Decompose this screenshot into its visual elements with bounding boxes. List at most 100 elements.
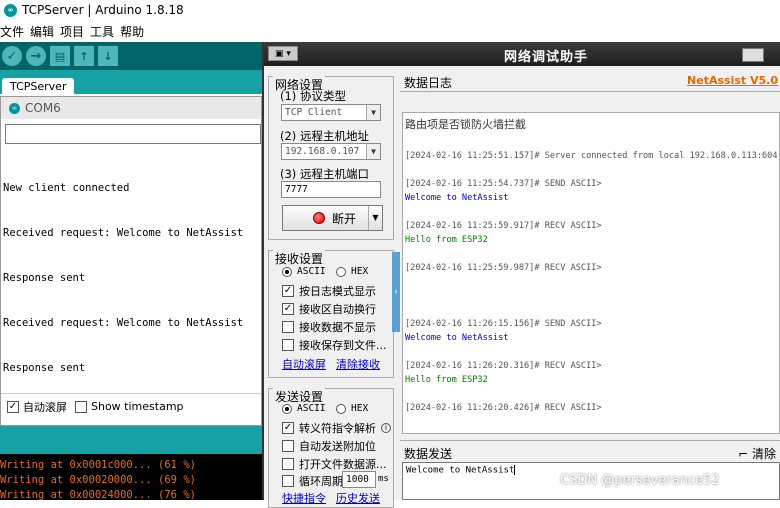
host-label: (2) 远程主机地址: [280, 129, 369, 143]
clear-label: 清除: [751, 447, 776, 461]
send-option-label: 转义符指令解析: [299, 422, 376, 435]
loop-period-input[interactable]: 1000: [342, 471, 376, 488]
host-value: 192.168.0.107: [285, 146, 360, 157]
send-option-escape[interactable]: ✓ 转义符指令解析 i: [282, 420, 391, 436]
log-line: Welcome to NetAssist: [405, 193, 509, 203]
arduino-toolbar: ✓ → ▤ ↑ ↓: [0, 42, 262, 70]
minimize-button[interactable]: [742, 48, 764, 62]
panel-splitter[interactable]: ‹: [392, 252, 400, 332]
autoscroll-checkbox[interactable]: ✓: [7, 400, 19, 413]
send-option-append[interactable]: 自动发送附加位: [282, 438, 376, 454]
console-line: Writing at 0x00020000... (69 %): [0, 474, 196, 486]
chevron-down-icon[interactable]: ▼: [368, 206, 382, 230]
system-menu-icon[interactable]: ▣ ▾: [268, 46, 298, 61]
tab-data-log[interactable]: 数据日志: [404, 74, 452, 91]
serial-monitor-footer: ✓ 自动滚屏 Show timestamp: [1, 393, 261, 419]
recv-clear-link[interactable]: 清除接收: [336, 356, 380, 372]
menu-sketch[interactable]: 项目: [60, 23, 84, 40]
send-hex-label: HEX: [351, 403, 369, 414]
recv-log-area[interactable]: 路由项是否锁防火墙拦截 [2024-02-16 11:25:51.157]# S…: [402, 112, 780, 434]
checkbox: ✓: [282, 303, 294, 315]
checkbox: [282, 339, 294, 351]
verify-icon[interactable]: ✓: [2, 46, 22, 66]
log-line: [2024-02-16 11:26:20.316]# RECV ASCII>: [405, 361, 602, 371]
open-icon[interactable]: ↑: [74, 46, 94, 66]
arduino-title-bar: ∞ TCPServer | Arduino 1.8.18: [0, 0, 780, 20]
recv-ascii-label: ASCII: [297, 266, 326, 277]
recv-hex-label: HEX: [351, 266, 369, 277]
menu-edit[interactable]: 编辑: [30, 23, 54, 40]
upload-icon[interactable]: →: [26, 46, 46, 66]
netassist-window: ▣ ▾ 网络调试助手 网络设置 (1) 协议类型 TCP Client ▼ (2…: [262, 42, 780, 508]
netassist-title: 网络调试助手: [504, 50, 589, 65]
collapse-icon: ‹: [394, 287, 398, 297]
serial-monitor-title-bar: ∞ COM6: [1, 97, 261, 119]
loop-period-value: 1000: [346, 474, 369, 485]
recv-option-wrap[interactable]: ✓ 接收区自动换行: [282, 301, 376, 317]
text-cursor: [514, 465, 516, 475]
chevron-down-icon: ▼: [366, 105, 380, 120]
info-icon[interactable]: i: [381, 423, 391, 433]
arduino-console: Writing at 0x0001c000... (61 %) Writing a…: [0, 454, 262, 501]
log-line: [2024-02-16 11:25:59.987]# RECV ASCII>: [405, 263, 602, 273]
serial-send-input[interactable]: [5, 124, 261, 144]
send-header: 数据发送 ⌐ 清除: [400, 440, 780, 462]
recv-option-save-file[interactable]: 接收保存到文件...: [282, 337, 387, 353]
checkbox: [282, 321, 294, 333]
disconnect-label: 断开: [332, 211, 357, 226]
checkbox: [282, 440, 294, 452]
menu-tools[interactable]: 工具: [90, 23, 114, 40]
recv-ascii-radio[interactable]: ASCII: [282, 266, 326, 277]
firewall-note: 路由项是否锁防火墙拦截: [405, 118, 526, 131]
arduino-status-bar: [0, 426, 262, 454]
serial-monitor-title: COM6: [25, 101, 61, 115]
send-option-loop[interactable]: 循环周期: [282, 473, 343, 489]
chevron-down-icon: ▼: [366, 144, 380, 159]
menu-file[interactable]: 文件: [0, 23, 24, 40]
watermark: CSDN @perseverance52: [560, 473, 720, 488]
log-line: Hello from ESP32: [405, 235, 488, 245]
serial-monitor-window: ∞ COM6 New client connected Received req…: [0, 96, 262, 426]
checkbox: [282, 458, 294, 470]
new-icon[interactable]: ▤: [50, 46, 70, 66]
console-line: Writing at 0x00024000... (76 %): [0, 489, 196, 501]
protocol-label: (1) 协议类型: [280, 89, 346, 103]
timestamp-checkbox[interactable]: [75, 400, 87, 413]
send-hex-radio[interactable]: HEX: [336, 403, 368, 414]
shortcut-link[interactable]: 快捷指令: [282, 490, 326, 506]
arduino-small-logo-icon: ∞: [9, 102, 20, 114]
recv-option-log-mode[interactable]: ✓ 按日志模式显示: [282, 283, 376, 299]
checkbox: ✓: [282, 422, 294, 434]
send-option-label: 自动发送附加位: [299, 440, 376, 453]
radio-icon: [336, 266, 346, 277]
radio-icon: [282, 403, 292, 414]
send-ascii-radio[interactable]: ASCII: [282, 403, 326, 414]
checkbox: [282, 475, 294, 487]
save-icon[interactable]: ↓: [98, 46, 118, 66]
recv-option-label: 接收区自动换行: [299, 303, 376, 316]
broom-icon: ⌐: [738, 447, 752, 461]
recv-hex-radio[interactable]: HEX: [336, 266, 368, 277]
send-option-file-source[interactable]: 打开文件数据源...: [282, 456, 387, 472]
host-select[interactable]: 192.168.0.107 ▼: [281, 143, 381, 160]
serial-line: Response sent: [3, 272, 86, 284]
tab-tcpserver[interactable]: TCPServer: [2, 78, 74, 96]
netassist-brand-link[interactable]: NetAssist V5.0: [687, 74, 778, 87]
port-value: 7777: [285, 184, 308, 195]
port-input[interactable]: 7777: [281, 181, 381, 198]
checkbox: ✓: [282, 285, 294, 297]
tab-data-send[interactable]: 数据发送: [404, 445, 452, 462]
console-line: Writing at 0x0001c000... (61 %): [0, 459, 196, 471]
serial-line: Received request: Welcome to NetAssist: [3, 227, 244, 239]
connection-status-icon: [313, 212, 325, 224]
port-label: (3) 远程主机端口: [280, 167, 369, 181]
clear-send-button[interactable]: ⌐ 清除: [738, 445, 776, 462]
recv-autoscroll-link[interactable]: 自动滚屏: [282, 356, 326, 372]
history-link[interactable]: 历史发送: [336, 490, 380, 506]
recv-option-hide[interactable]: 接收数据不显示: [282, 319, 376, 335]
disconnect-button[interactable]: 断开 ▼: [282, 205, 383, 231]
menu-help[interactable]: 帮助: [120, 23, 144, 40]
protocol-select[interactable]: TCP Client ▼: [281, 104, 381, 121]
recv-settings-title: 接收设置: [273, 250, 326, 267]
send-option-label: 打开文件数据源...: [299, 458, 387, 471]
